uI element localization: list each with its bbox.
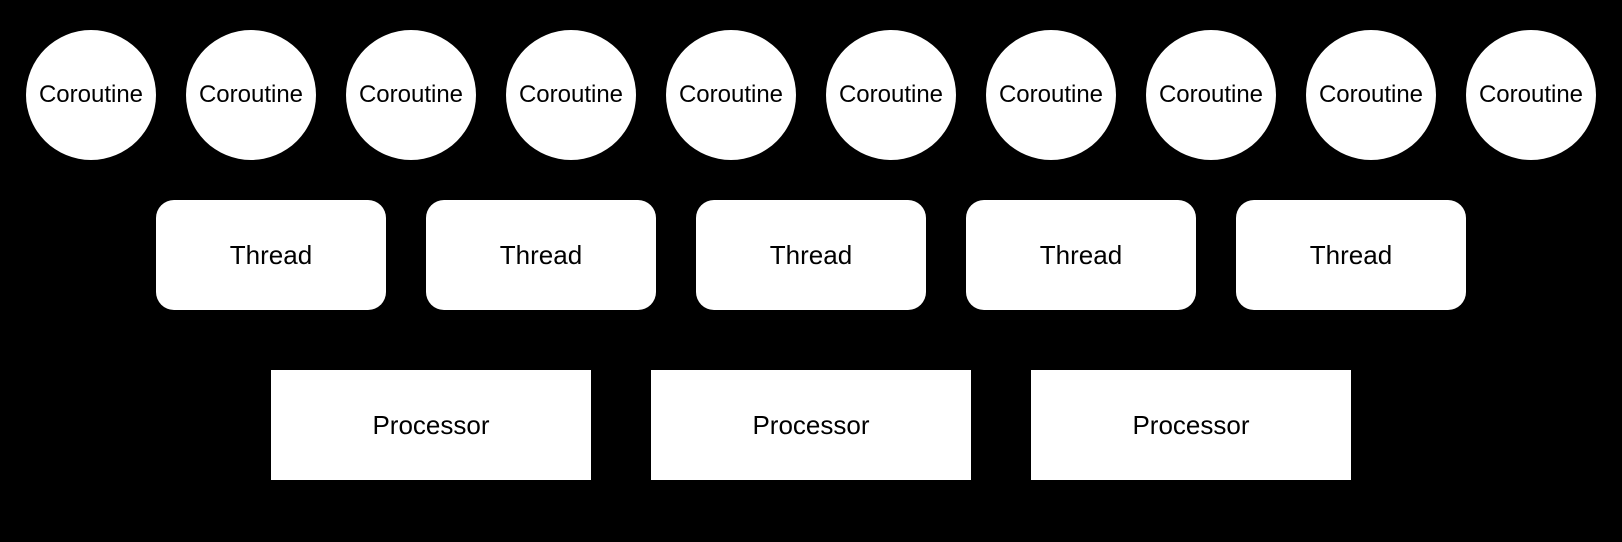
coroutine-label: Coroutine xyxy=(199,81,303,109)
coroutine-node: Coroutine xyxy=(1466,30,1596,160)
coroutine-node: Coroutine xyxy=(986,30,1116,160)
thread-label: Thread xyxy=(500,240,582,271)
coroutine-label: Coroutine xyxy=(359,81,463,109)
processor-label: Processor xyxy=(372,410,489,441)
coroutine-label: Coroutine xyxy=(1479,81,1583,109)
thread-row: Thread Thread Thread Thread Thread xyxy=(0,200,1622,310)
coroutine-row: Coroutine Coroutine Coroutine Coroutine … xyxy=(0,30,1622,160)
processor-node: Processor xyxy=(271,370,591,480)
coroutine-node: Coroutine xyxy=(186,30,316,160)
coroutine-node: Coroutine xyxy=(666,30,796,160)
thread-label: Thread xyxy=(1310,240,1392,271)
processor-label: Processor xyxy=(1132,410,1249,441)
thread-label: Thread xyxy=(1040,240,1122,271)
processor-row: Processor Processor Processor xyxy=(0,370,1622,480)
coroutine-label: Coroutine xyxy=(1319,81,1423,109)
coroutine-label: Coroutine xyxy=(39,81,143,109)
thread-label: Thread xyxy=(770,240,852,271)
coroutine-node: Coroutine xyxy=(1146,30,1276,160)
coroutine-node: Coroutine xyxy=(506,30,636,160)
coroutine-label: Coroutine xyxy=(999,81,1103,109)
coroutine-label: Coroutine xyxy=(679,81,783,109)
coroutine-node: Coroutine xyxy=(826,30,956,160)
processor-node: Processor xyxy=(1031,370,1351,480)
thread-node: Thread xyxy=(156,200,386,310)
coroutine-label: Coroutine xyxy=(839,81,943,109)
thread-node: Thread xyxy=(1236,200,1466,310)
coroutine-node: Coroutine xyxy=(1306,30,1436,160)
coroutine-label: Coroutine xyxy=(1159,81,1263,109)
coroutine-label: Coroutine xyxy=(519,81,623,109)
thread-node: Thread xyxy=(696,200,926,310)
thread-node: Thread xyxy=(966,200,1196,310)
coroutine-node: Coroutine xyxy=(26,30,156,160)
processor-node: Processor xyxy=(651,370,971,480)
processor-label: Processor xyxy=(752,410,869,441)
thread-node: Thread xyxy=(426,200,656,310)
coroutine-node: Coroutine xyxy=(346,30,476,160)
thread-label: Thread xyxy=(230,240,312,271)
